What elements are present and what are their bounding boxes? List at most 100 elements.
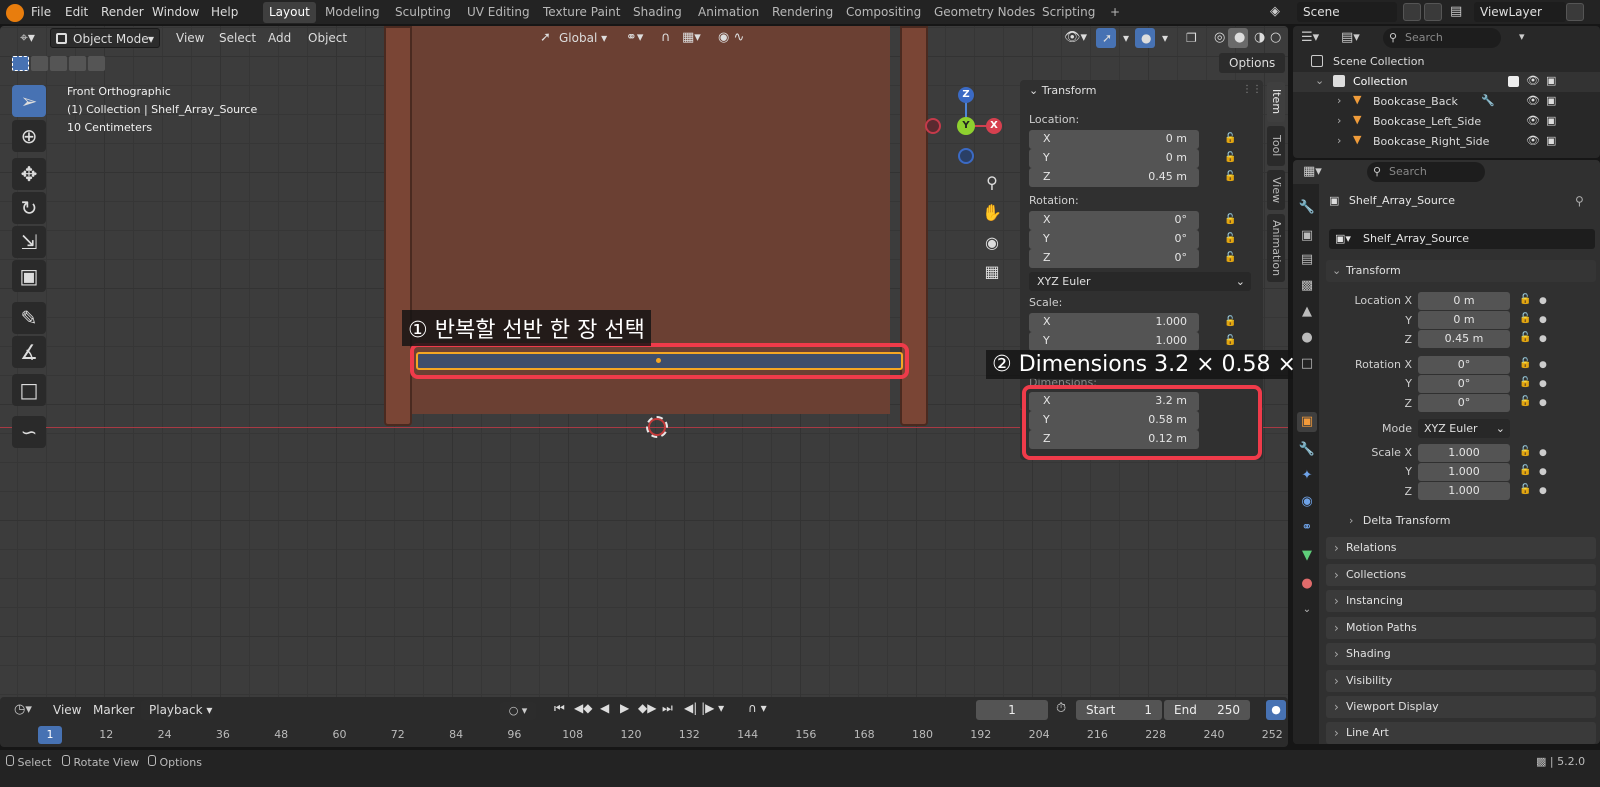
select-subtract-mode-icon[interactable] (50, 56, 67, 71)
keying-set-icon[interactable]: ∩ ▾ (748, 701, 767, 715)
prop-scale-x[interactable]: 1.000 (1418, 444, 1510, 462)
tool-tab-icon[interactable]: 🔧 (1297, 198, 1317, 218)
transform-section-header[interactable]: ⌄ Transform (1326, 260, 1596, 282)
3d-cursor-icon[interactable] (646, 416, 668, 438)
add-cube-tool-icon[interactable]: □ (12, 374, 46, 406)
prop-rotation-y[interactable]: 0° (1418, 375, 1510, 393)
proportional-editing-icon[interactable]: ◉ ∿ (712, 28, 750, 48)
prop-location-y[interactable]: 0 m (1418, 311, 1510, 329)
menu-render[interactable]: Render (95, 0, 150, 25)
stopwatch-icon[interactable]: ⏱ (1056, 701, 1066, 716)
overlays-dropdown-icon[interactable]: ▾ (1156, 28, 1174, 48)
gizmo-neg-z-axis[interactable] (958, 148, 974, 164)
object-name-field[interactable]: ▣▾ Shelf_Array_Source (1329, 229, 1595, 249)
rotate-tool-icon[interactable]: ↻ (12, 192, 46, 224)
lock-icon[interactable]: 🔓 (1519, 358, 1531, 369)
eye-icon[interactable]: 👁 (1526, 94, 1540, 107)
delete-scene-icon[interactable] (1424, 3, 1442, 21)
jump-prev-keyframe-icon[interactable]: ◀◆ (574, 701, 592, 715)
gizmo-x-axis[interactable]: X (986, 118, 1002, 134)
timeline-menu-marker[interactable]: Marker (93, 703, 134, 717)
perspective-toggle-icon[interactable]: ▦ (979, 259, 1005, 285)
visibility-selector-icon[interactable]: 👁▾ (1058, 28, 1093, 48)
keyframe-dot-icon[interactable]: ● (1539, 398, 1547, 408)
gizmo-z-axis[interactable]: Z (958, 87, 974, 103)
outliner-item[interactable]: › ▼ Bookcase_Left_Side 👁 ▣ (1293, 112, 1600, 132)
new-scene-icon[interactable] (1403, 3, 1421, 21)
npanel-transform-header[interactable]: ⌄ Transform (1029, 84, 1096, 97)
workspace-tab-rendering[interactable]: Rendering (766, 2, 839, 23)
view-layer-field[interactable]: ViewLayer (1474, 2, 1566, 22)
auto-keying-icon[interactable]: ○ ▾ (500, 702, 536, 720)
prop-rotation-x[interactable]: 0° (1418, 356, 1510, 374)
menu-file[interactable]: File (25, 0, 57, 25)
jump-end-icon[interactable]: ⏭ (662, 701, 673, 716)
outliner-search-input[interactable]: ⚲ Search (1383, 28, 1501, 48)
shear-tool-icon[interactable]: ∽ (12, 416, 46, 448)
snap-target-icon[interactable]: ▦▾ (676, 28, 707, 48)
timeline-overlays-icon[interactable]: ● (1266, 700, 1286, 720)
gizmo-y-axis[interactable]: Y (957, 117, 975, 135)
rotation-x-field[interactable]: X 0° (1029, 211, 1199, 230)
new-view-layer-icon[interactable] (1566, 3, 1584, 21)
section-relations[interactable]: Relations (1326, 537, 1596, 559)
section-visibility[interactable]: Visibility (1326, 670, 1596, 692)
lock-icon[interactable]: 🔓 (1519, 332, 1531, 343)
outliner-item[interactable]: › ▼ Bookcase_Back 🔧 👁 ▣ (1293, 92, 1600, 112)
lock-icon[interactable]: 🔓 (1224, 152, 1236, 164)
workspace-tab-animation[interactable]: Animation (692, 2, 765, 23)
select-box-mode-icon[interactable] (12, 56, 29, 71)
gizmo-toggle-icon[interactable]: ➚ (1096, 28, 1116, 48)
section-collections[interactable]: Collections (1326, 564, 1596, 586)
transform-orientation-selector[interactable]: ➚ Global ▾ (535, 28, 613, 48)
rotation-mode-dropdown[interactable]: XYZ Euler ⌄ (1418, 419, 1510, 438)
rotation-z-field[interactable]: Z 0° (1029, 249, 1199, 268)
lock-icon[interactable]: 🔓 (1224, 252, 1236, 264)
modifier-tab-icon[interactable]: 🔧 (1297, 440, 1317, 460)
select-tool-icon[interactable]: ➢ (12, 85, 46, 117)
camera-icon[interactable]: ▣ (1546, 74, 1556, 87)
viewport-menu-view[interactable]: View (170, 28, 210, 48)
lock-icon[interactable]: 🔓 (1224, 171, 1236, 183)
camera-view-icon[interactable]: ◉ (979, 230, 1005, 256)
keyframe-dot-icon[interactable]: ● (1539, 486, 1547, 496)
lock-icon[interactable]: 🔓 (1519, 294, 1531, 305)
workspace-tab-uv-editing[interactable]: UV Editing (461, 2, 536, 23)
physics-tab-icon[interactable]: ◉ (1297, 492, 1317, 512)
editor-type-icon[interactable]: ⌖▾ (14, 28, 41, 48)
object-tab-icon[interactable]: ▣ (1297, 412, 1317, 432)
pin-icon[interactable]: ⚲ (1575, 194, 1584, 208)
outliner-item[interactable]: › ▼ Bookcase_Right_Side 👁 ▣ (1293, 132, 1600, 152)
data-tab-icon[interactable]: ▼ (1297, 546, 1317, 566)
eye-icon[interactable]: 👁 (1526, 134, 1540, 147)
select-invert-mode-icon[interactable] (69, 56, 86, 71)
scale-y-field[interactable]: Y 1.000 (1029, 332, 1199, 351)
keyframe-dot-icon[interactable]: ● (1539, 315, 1547, 325)
camera-icon[interactable]: ▣ (1546, 94, 1556, 107)
lock-icon[interactable]: 🔓 (1519, 313, 1531, 324)
cursor-tool-icon[interactable]: ⊕ (12, 120, 46, 152)
scale-x-field[interactable]: X 1.000 (1029, 313, 1199, 332)
workspace-tab-compositing[interactable]: Compositing (840, 2, 927, 23)
lock-icon[interactable]: 🔓 (1224, 214, 1236, 226)
gizmo-dropdown-icon[interactable]: ▾ (1117, 28, 1135, 48)
lock-icon[interactable]: 🔓 (1519, 484, 1531, 495)
current-frame-marker[interactable]: 1 (38, 726, 62, 744)
section-instancing[interactable]: Instancing (1326, 590, 1596, 612)
scene-selector-icon[interactable]: ◈ (1270, 4, 1280, 19)
outliner-filter-icon[interactable]: ▤▾ (1341, 30, 1360, 45)
view-layer-tab-icon[interactable]: ▩ (1297, 276, 1317, 296)
keyframe-dot-icon[interactable]: ● (1539, 379, 1547, 389)
xray-toggle-icon[interactable]: ❐ (1180, 28, 1203, 48)
section-viewport-display[interactable]: Viewport Display (1326, 696, 1596, 718)
scale-tool-icon[interactable]: ⇲ (12, 226, 46, 258)
particles-tab-icon[interactable]: ✦ (1297, 466, 1317, 486)
collection-tab-icon[interactable]: □ (1297, 354, 1317, 374)
workspace-tab-texture-paint[interactable]: Texture Paint (537, 2, 626, 23)
menu-help[interactable]: Help (205, 0, 244, 25)
checkbox-icon[interactable] (1508, 76, 1519, 87)
viewport-menu-add[interactable]: Add (262, 28, 297, 48)
play-reverse-icon[interactable]: ◀ (600, 701, 609, 715)
pivot-point-icon[interactable]: ⚭▾ (620, 28, 649, 48)
measure-tool-icon[interactable]: ∡ (12, 336, 46, 368)
